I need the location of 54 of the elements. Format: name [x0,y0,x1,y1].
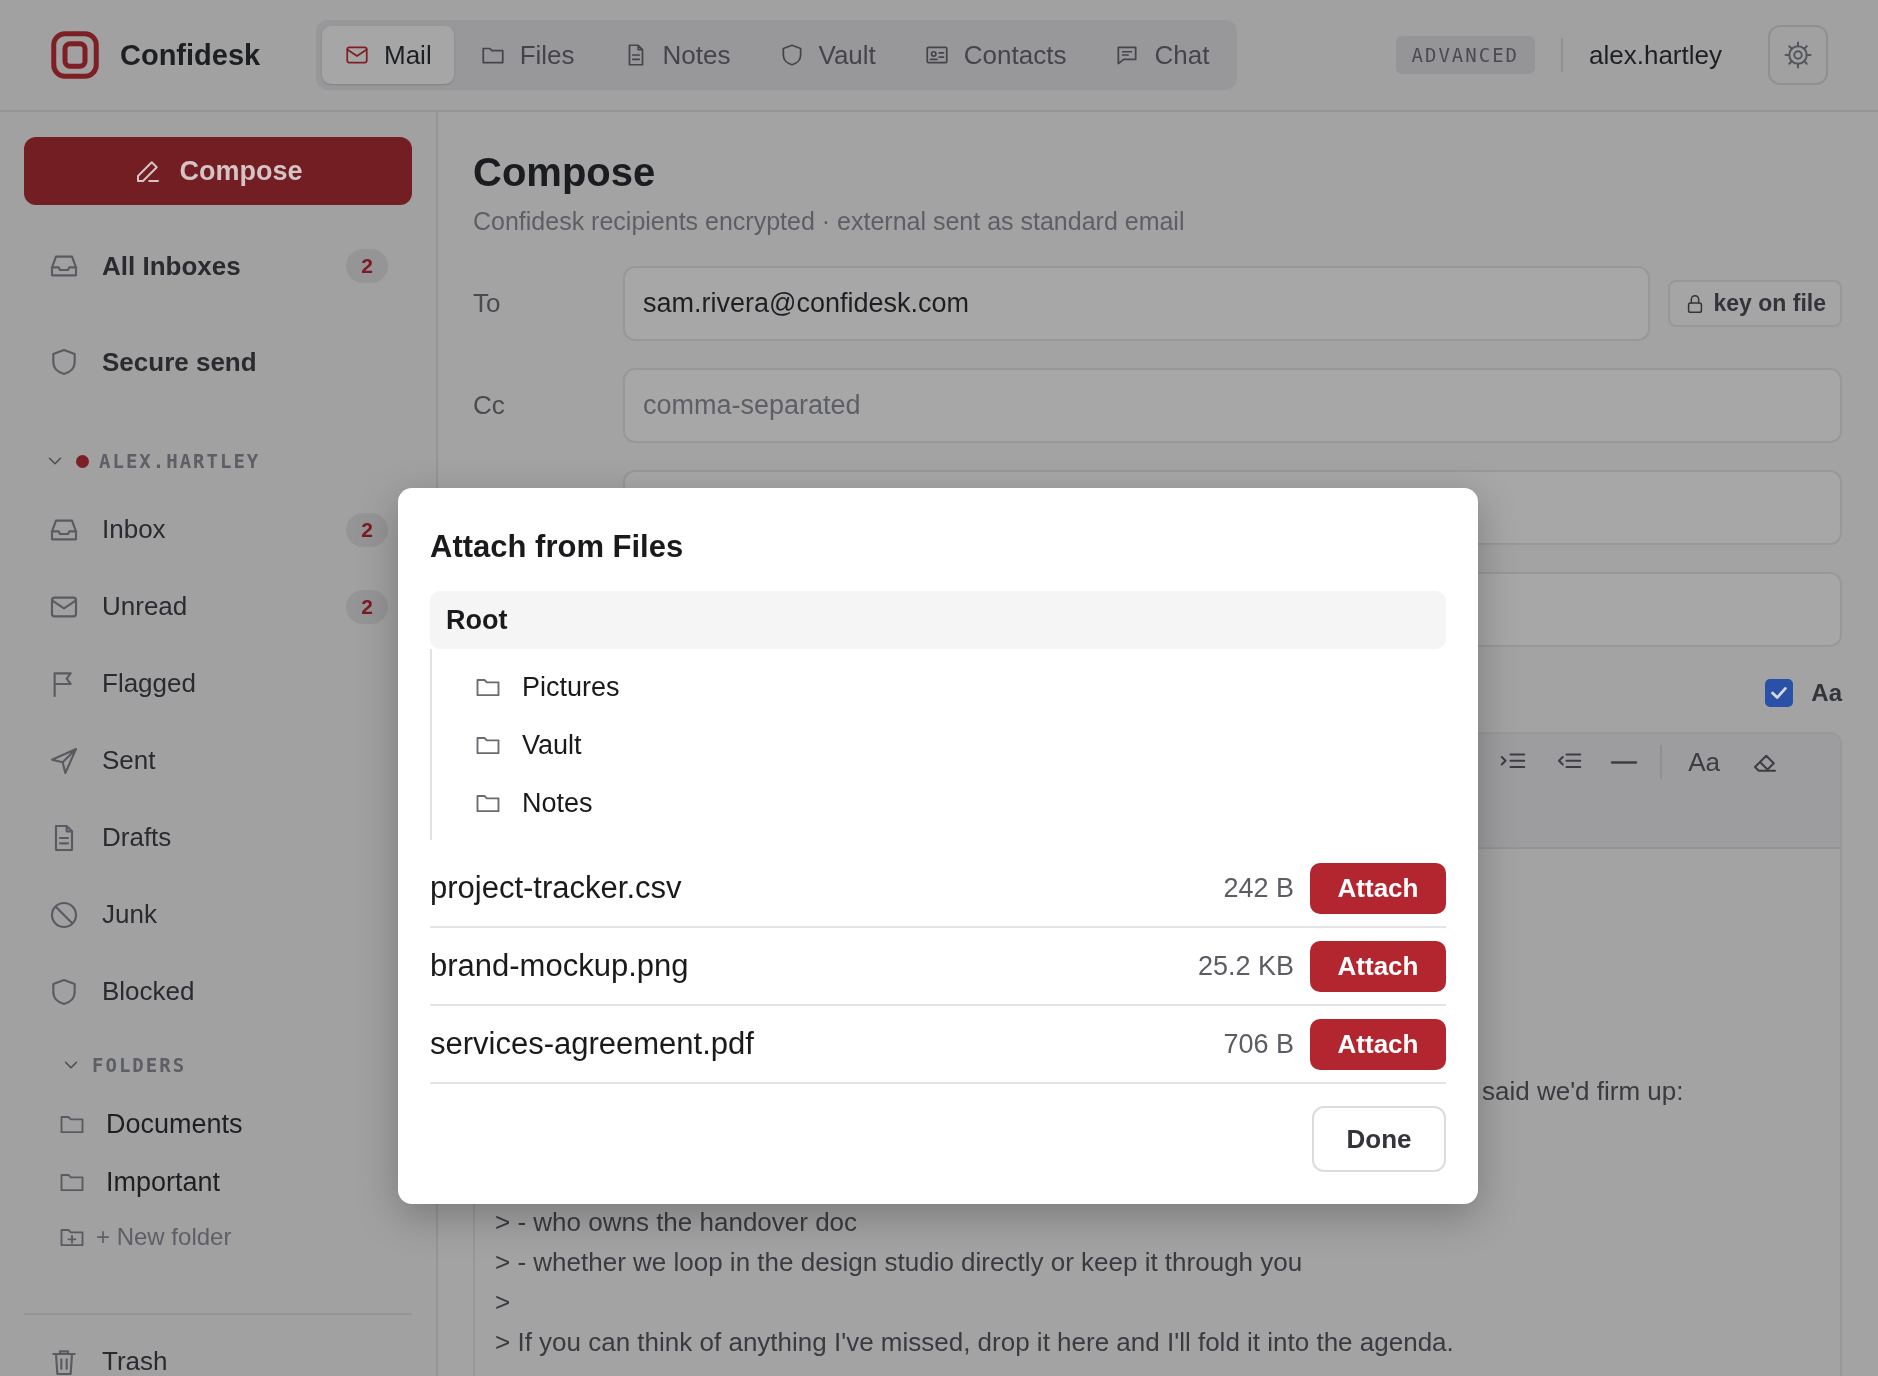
sidebar-item[interactable]: Junk [24,876,412,953]
body-text-line: > If you can think of anything I've missed, drop it here and I'll fold it into the agenda. [495,1327,1454,1357]
nav-tab[interactable]: Contacts [901,26,1089,84]
field-label: To [473,288,502,319]
nav-tab[interactable]: Vault [756,26,898,84]
folder-item[interactable]: Pictures [432,658,1446,716]
sidebar-item[interactable]: Flagged [24,645,412,722]
sidebar-item[interactable]: Secure send [24,314,412,410]
dialog-title: Attach from Files [430,529,685,565]
folder-item[interactable]: Important [24,1153,412,1211]
sidebar-item[interactable]: Inbox 2 [24,491,412,568]
field-label: Cc [473,390,506,421]
folder-item[interactable]: Notes [432,774,1446,832]
app-name: Confidesk [120,38,261,72]
attach-button[interactable]: Attach [1310,940,1446,992]
unread-count: 2 [346,589,388,624]
nav-tab[interactable]: Mail [322,26,454,84]
body-text-line: > [495,1287,511,1317]
body-text-line: said we'd firm up: [1482,1076,1684,1106]
file-size: 25.2 KB [1197,950,1294,982]
mode-badge: ADVANCED [1395,36,1536,74]
file-name: brand-mockup.png [430,948,689,984]
page-subtitle: Confidesk recipients encrypted · external sent as standard email [473,207,1186,236]
file-size: 706 B [1223,1028,1294,1060]
compose-button[interactable]: Compose [24,137,412,205]
sidebar-item[interactable]: Drafts [24,799,412,876]
nav-tab[interactable]: Notes [600,26,753,84]
unread-count: 2 [346,512,388,547]
sidebar-item[interactable]: Sent [24,722,412,799]
nav-tab[interactable]: Chat [1092,26,1232,84]
attach-button[interactable]: Attach [1310,1018,1446,1070]
file-name: services-agreement.pdf [430,1026,754,1062]
page-title: Compose [473,149,657,196]
body-text-line: > - who owns the handover doc [495,1207,858,1237]
nav-tab[interactable]: Files [457,26,597,84]
attach-button[interactable]: Attach [1310,862,1446,914]
folder-item[interactable]: Vault [432,716,1446,774]
checkbox-label: Aa [1811,679,1842,707]
body-text-line: > - whether we loop in the design studio directly or keep it through you [495,1247,1303,1277]
done-button[interactable]: Done [1312,1106,1446,1172]
folder-item[interactable]: Documents [24,1095,412,1153]
file-size: 242 B [1223,872,1294,904]
recipient-field[interactable]: sam.rivera@confidesk.com [623,266,1650,341]
unread-count: 2 [346,249,388,283]
key-status-badge: key on file [1667,280,1842,327]
user-name[interactable]: alex.hartley [1589,39,1722,71]
sidebar-item[interactable]: Trash [24,1323,412,1376]
sidebar-item[interactable]: Blocked [24,953,412,1030]
file-name: project-tracker.csv [430,870,682,906]
font-size-button[interactable]: Aa [1680,740,1728,784]
sidebar-item[interactable]: All Inboxes 2 [24,218,412,314]
sidebar-item[interactable]: Unread 2 [24,568,412,645]
root-folder-row[interactable]: Root [430,591,1446,649]
recipient-field[interactable]: comma-separated [623,368,1842,443]
